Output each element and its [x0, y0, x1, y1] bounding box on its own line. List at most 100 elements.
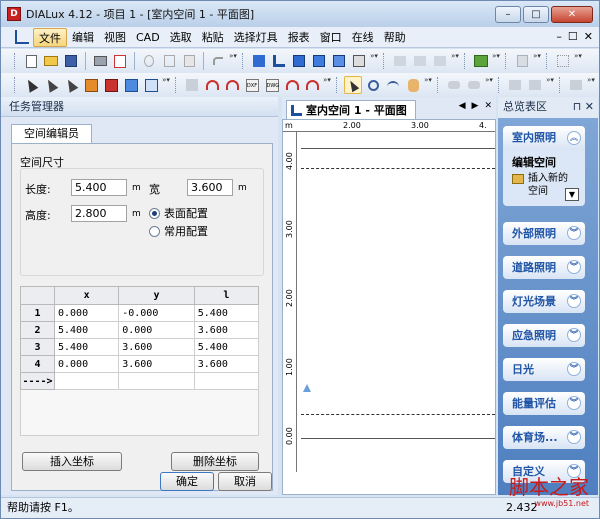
toolbar-grip[interactable]: [546, 53, 549, 69]
room-view-icon[interactable]: [250, 52, 268, 70]
toolbar-overflow-icon[interactable]: »▾: [533, 52, 541, 70]
cell-x[interactable]: [53, 372, 120, 390]
toolbar-grip[interactable]: [14, 53, 17, 69]
light-disabled-icon[interactable]: [445, 76, 463, 94]
cell-y[interactable]: 0.000: [118, 321, 195, 339]
select-arrow-icon[interactable]: [344, 76, 362, 94]
tab-space-editor[interactable]: 空间编辑员: [11, 124, 92, 143]
view-disabled-2-icon[interactable]: [526, 76, 544, 94]
cancel-button[interactable]: 取消: [218, 472, 272, 491]
toolbar-grip[interactable]: [498, 77, 501, 93]
start-calculation-icon[interactable]: [472, 52, 490, 70]
minimize-button[interactable]: –: [495, 6, 521, 23]
cell-y[interactable]: 3.600: [118, 338, 195, 356]
width-input[interactable]: 3.600: [187, 179, 233, 196]
table-row[interactable]: 2 5.400 0.000 3.600: [20, 321, 260, 339]
undo-icon[interactable]: [209, 52, 227, 70]
new-file-icon[interactable]: [22, 52, 40, 70]
radio-surface-config[interactable]: 表面配置: [149, 205, 208, 221]
luminaire-select-icon[interactable]: [82, 76, 100, 94]
cell-x[interactable]: 0.000: [53, 304, 120, 322]
pointer-select-icon[interactable]: [22, 76, 40, 94]
paste-icon[interactable]: [180, 52, 198, 70]
dwg-import-icon[interactable]: DWG: [263, 76, 281, 94]
calc-settings-icon[interactable]: [411, 52, 429, 70]
cell-y[interactable]: [118, 372, 195, 390]
tab-close-icon[interactable]: ✕: [484, 101, 492, 111]
tab-scroll-right-icon[interactable]: ▶: [472, 101, 479, 111]
expand-chevron-icon[interactable]: ︾: [567, 226, 581, 240]
toolbar-grip[interactable]: [505, 53, 508, 69]
tab-scroll-left-icon[interactable]: ◀: [459, 101, 466, 111]
overview-item-light-scene[interactable]: 灯光场景 ︾: [503, 290, 585, 313]
toolbar-overflow-icon[interactable]: »▾: [162, 76, 170, 94]
toolbar-grip[interactable]: [175, 77, 178, 93]
menu-file[interactable]: 文件: [33, 27, 67, 47]
cell-y[interactable]: -0.000: [118, 304, 195, 322]
toolbar-grip[interactable]: [336, 77, 339, 93]
overview-item-emergency[interactable]: 应急照明 ︾: [503, 324, 585, 347]
rotate-icon[interactable]: [384, 76, 402, 94]
menu-cad[interactable]: CAD: [131, 28, 165, 47]
toolbar-overflow-icon[interactable]: »▾: [485, 76, 493, 94]
overview-item-daylight[interactable]: 日光 ︾: [503, 358, 585, 381]
luminaire-group-icon[interactable]: [102, 76, 120, 94]
select-area-icon[interactable]: [122, 76, 140, 94]
table-row[interactable]: 1 0.000 -0.000 5.400: [20, 304, 260, 322]
shape-disabled-icon[interactable]: [183, 76, 201, 94]
toolbar-grip[interactable]: [464, 53, 467, 69]
expand-chevron-icon[interactable]: ︾: [567, 294, 581, 308]
render-icon[interactable]: [350, 52, 368, 70]
pan-hand-icon[interactable]: [404, 76, 422, 94]
menu-paste[interactable]: 粘贴: [197, 28, 229, 47]
menu-window[interactable]: 窗口: [315, 28, 347, 47]
maximize-button[interactable]: □: [523, 6, 549, 23]
calc-extra-icon[interactable]: [431, 52, 449, 70]
table-row-new[interactable]: ---->: [20, 372, 260, 390]
menu-help[interactable]: 帮助: [379, 28, 411, 47]
overview-item-street[interactable]: 道路照明 ︾: [503, 256, 585, 279]
menu-reports[interactable]: 报表: [283, 28, 315, 47]
length-input[interactable]: 5.400: [71, 179, 127, 196]
open-folder-icon[interactable]: [42, 52, 60, 70]
doc-restore-button[interactable]: ☐: [568, 30, 578, 43]
toolbar-overflow-icon[interactable]: »▾: [370, 52, 378, 70]
save-icon[interactable]: [62, 52, 80, 70]
curve-tool-icon[interactable]: [283, 76, 301, 94]
overview-item-energy[interactable]: 能量评估 ︾: [503, 392, 585, 415]
pdf-icon[interactable]: [111, 52, 129, 70]
radio-button[interactable]: [149, 225, 160, 237]
pointer-add-icon[interactable]: [42, 76, 60, 94]
cell-l[interactable]: [193, 372, 260, 390]
calc-disabled-icon[interactable]: [391, 52, 409, 70]
doc-minimize-button[interactable]: –: [556, 30, 562, 43]
menu-edit[interactable]: 编辑: [67, 28, 99, 47]
overview-item-outdoor[interactable]: 外部照明 ︾: [503, 222, 585, 245]
expand-chevron-icon[interactable]: ︾: [567, 430, 581, 444]
toolbar-overflow-icon[interactable]: »▾: [451, 52, 459, 70]
cell-l[interactable]: 3.600: [193, 321, 260, 339]
arc-tool-icon[interactable]: [203, 76, 221, 94]
grid-icon[interactable]: [554, 52, 572, 70]
document-menu-icon[interactable]: [15, 30, 29, 44]
3d-view-icon[interactable]: [330, 52, 348, 70]
arc-tool-2-icon[interactable]: [223, 76, 241, 94]
cell-l[interactable]: 5.400: [193, 304, 260, 322]
expand-chevron-icon[interactable]: ︾: [567, 260, 581, 274]
table-row[interactable]: 4 0.000 3.600 3.600: [20, 355, 260, 373]
delete-coordinate-button[interactable]: 删除坐标: [171, 452, 259, 471]
cell-x[interactable]: 5.400: [53, 321, 120, 339]
toolbar-grip[interactable]: [383, 53, 386, 69]
front-view-icon[interactable]: [310, 52, 328, 70]
toolbar-overflow-icon[interactable]: »▾: [424, 76, 432, 94]
cut-icon[interactable]: [140, 52, 158, 70]
toolbar-overflow-icon[interactable]: »▾: [574, 52, 582, 70]
toolbar-grip[interactable]: [437, 77, 440, 93]
toolbar-grip[interactable]: [14, 77, 17, 93]
expand-chevron-icon[interactable]: ︾: [567, 328, 581, 342]
cell-l[interactable]: 5.400: [193, 338, 260, 356]
copy-icon[interactable]: [160, 52, 178, 70]
expand-chevron-icon[interactable]: ︾: [567, 362, 581, 376]
cell-l[interactable]: 3.600: [193, 355, 260, 373]
pointer-copy-icon[interactable]: [62, 76, 80, 94]
